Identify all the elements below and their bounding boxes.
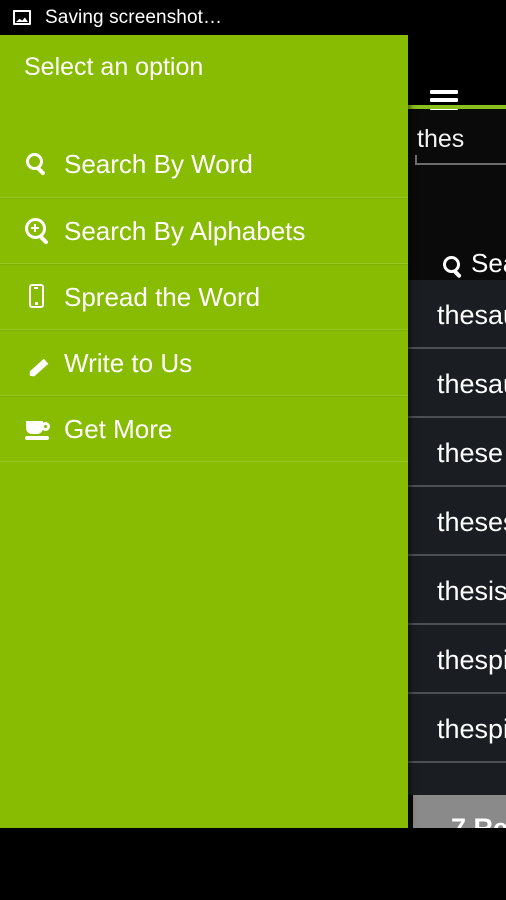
search-plus-icon (22, 199, 56, 265)
word-label: theses (437, 507, 506, 537)
search-input-container[interactable]: thes (405, 119, 506, 179)
word-label: thespi (437, 714, 506, 744)
drawer-item-label: Search By Alphabets (64, 216, 306, 246)
drawer-item-label: Get More (64, 414, 173, 444)
word-label: thesis (437, 576, 506, 606)
word-label: thesau (437, 300, 506, 330)
word-label: these (437, 438, 504, 468)
drawer-item-spread-the-word[interactable]: Spread the Word (0, 264, 408, 330)
list-item[interactable]: theses (405, 487, 506, 556)
drawer-item-search-by-alphabets[interactable]: Search By Alphabets (0, 198, 408, 264)
list-item[interactable]: thespi (405, 625, 506, 694)
word-label: thesau (437, 369, 506, 399)
list-item[interactable]: thesis (405, 556, 506, 625)
bottom-black-area (0, 828, 506, 900)
drawer-item-search-by-word[interactable]: Search By Word (0, 132, 408, 198)
drawer-title: Select an option (24, 53, 204, 81)
word-label: thespi (437, 645, 506, 675)
image-icon (13, 10, 31, 25)
drawer-item-list: Search By Word Search By Alphabets Sprea… (0, 132, 408, 462)
navigation-drawer: Select an option Search By Word Search B… (0, 35, 408, 828)
phone-icon (22, 265, 56, 331)
drawer-item-label: Search By Word (64, 149, 253, 179)
list-item[interactable]: these (405, 418, 506, 487)
search-icon (443, 256, 460, 273)
status-bar-text: Saving screenshot… (45, 6, 223, 28)
search-suggestion-label: Search (471, 248, 506, 278)
word-results-list[interactable]: thesau thesau these theses thesis thespi… (405, 280, 506, 795)
drawer-item-label: Write to Us (64, 348, 193, 378)
drawer-item-write-to-us[interactable]: Write to Us (0, 330, 408, 396)
coffee-cup-icon (22, 397, 56, 463)
list-item[interactable]: thesau (405, 280, 506, 349)
drawer-item-label: Spread the Word (64, 282, 261, 312)
list-item[interactable]: thespi (405, 694, 506, 763)
search-input-underline (415, 155, 506, 165)
search-icon (22, 132, 56, 198)
pencil-icon (22, 331, 56, 397)
search-input[interactable]: thes (417, 125, 464, 154)
drawer-item-get-more[interactable]: Get More (0, 396, 408, 462)
status-bar: Saving screenshot… (0, 0, 506, 35)
results-count-bar: 7 Rec (413, 795, 506, 828)
results-count-label: 7 Rec (451, 813, 506, 828)
list-item[interactable]: thesau (405, 349, 506, 418)
